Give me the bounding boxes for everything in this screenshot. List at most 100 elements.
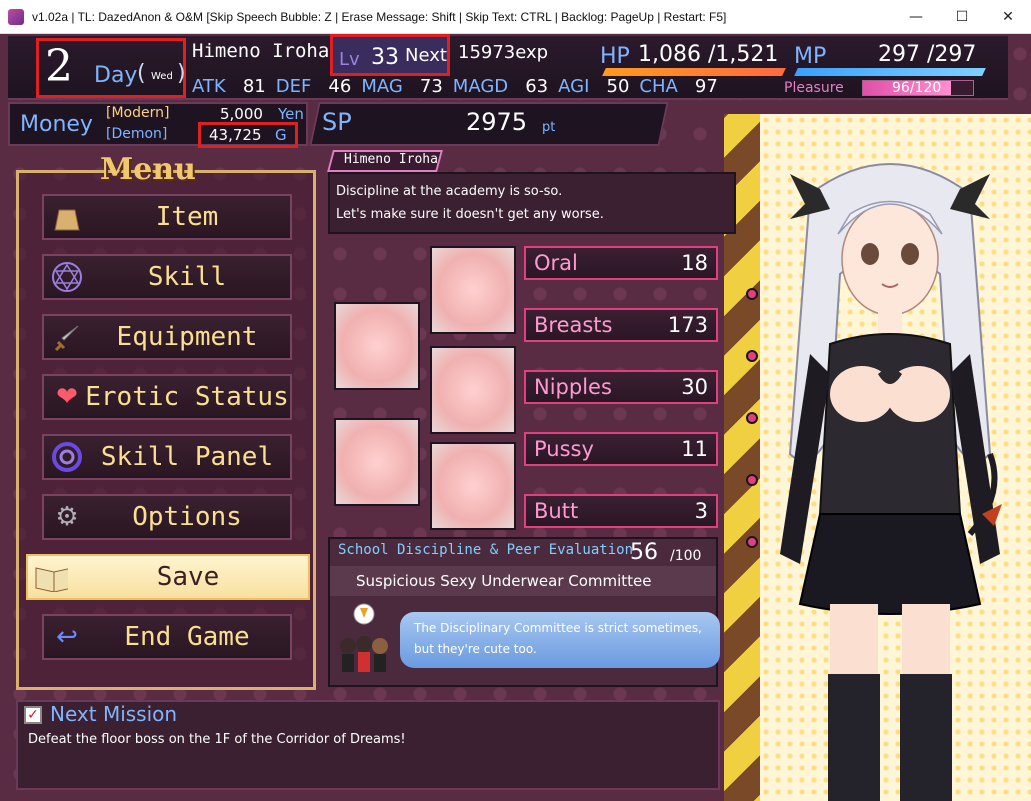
menu-title: Menu <box>100 152 196 187</box>
mission-checkbox: ✓ <box>24 706 42 724</box>
speaker-name: Himeno Iroha <box>344 152 438 167</box>
stat-label: Oral <box>534 251 578 275</box>
stat-value: 97 <box>694 76 718 97</box>
nipples-image <box>430 346 516 434</box>
weekday: Wed <box>151 71 173 82</box>
stat-butt: Butt 3 <box>524 494 718 528</box>
menu-item-save[interactable]: Save <box>26 554 310 600</box>
stat-value: 50 <box>606 76 630 97</box>
comment-line: The Disciplinary Committee is strict som… <box>414 621 702 635</box>
menu-item-skill-panel[interactable]: Skill Panel <box>42 434 292 480</box>
stat-label: Breasts <box>534 313 613 337</box>
menu-item-skill[interactable]: Skill <box>42 254 292 300</box>
gold-value: 43,725 <box>209 126 262 144</box>
stat-value: 63 <box>525 76 549 97</box>
mission-title: Next Mission <box>50 702 178 726</box>
next-label: Next <box>405 45 447 66</box>
pleasure-value: 96/120 <box>892 80 942 96</box>
return-arrow-icon: ↩ <box>56 622 78 652</box>
stat-value: 173 <box>667 313 708 337</box>
day-paren-open: ( <box>137 61 146 86</box>
day-number: 2 <box>45 41 73 92</box>
connector-dot <box>746 288 758 300</box>
swirl-icon <box>50 440 84 474</box>
book-icon <box>34 560 68 594</box>
next-exp: 15973exp <box>458 42 549 63</box>
stat-label: AGI <box>558 76 590 97</box>
stat-label: ATK <box>192 76 226 97</box>
gold-unit: G <box>275 126 287 144</box>
menu-item-erotic-status[interactable]: ❤ Erotic Status <box>42 374 292 420</box>
demon-currency-label: [Demon] <box>106 126 168 142</box>
stat-label: Nipples <box>534 375 612 399</box>
connector-dot <box>746 474 758 486</box>
money-panel: Money [Modern] [Demon] 5,000 Yen 43,725 … <box>8 102 308 148</box>
connector-dot <box>746 350 758 362</box>
connector-dot <box>746 412 758 424</box>
menu-item-label: Save <box>156 562 220 592</box>
stat-row: ATK 81 DEF 46 MAG 73 MAGD 63 AGI 50 CHA 97 <box>192 76 728 97</box>
menu-item-item[interactable]: Item <box>42 194 292 240</box>
menu-item-label: Item <box>155 202 219 232</box>
dialogue-text: Discipline at the academy is so-so. Let'… <box>336 180 604 226</box>
day-indicator: 2 Day ( Wed ) <box>36 38 186 98</box>
committee-characters <box>340 603 388 672</box>
menu-item-label: End Game <box>124 622 250 652</box>
hp-label: HP <box>600 44 630 69</box>
hp-bar <box>602 68 786 76</box>
window-title: v1.02a | TL: DazedAnon & O&M [Skip Speec… <box>32 9 727 24</box>
sp-unit: pt <box>542 120 556 135</box>
menu-item-label: Options <box>132 502 242 532</box>
committee-name: Suspicious Sexy Underwear Committee <box>356 572 652 590</box>
minimize-button[interactable]: — <box>893 0 939 34</box>
menu-item-label: Skill <box>147 262 227 292</box>
mp-label: MP <box>794 44 827 69</box>
stat-label: DEF <box>275 76 312 97</box>
yen-unit: Yen <box>278 105 304 123</box>
menu-item-options[interactable]: ⚙ Options <box>42 494 292 540</box>
day-paren-close: ) <box>177 61 186 86</box>
stat-value: 73 <box>419 76 443 97</box>
maximize-button[interactable]: ☐ <box>939 0 985 34</box>
game-screen: 2 Day ( Wed ) Himeno Iroha Lv 33 Next 15… <box>0 34 1031 801</box>
discipline-score: 56 <box>630 540 658 565</box>
bag-icon <box>50 200 84 234</box>
stat-oral: Oral 18 <box>524 246 718 280</box>
gear-icon: ⚙ <box>55 502 79 532</box>
stat-label: Pussy <box>534 437 594 461</box>
stat-value: 30 <box>681 375 708 399</box>
sword-icon <box>50 320 84 354</box>
day-label: Day <box>94 63 138 88</box>
comment-line: but they're cute too. <box>414 642 537 656</box>
window-controls: — ☐ ✕ <box>893 0 1031 34</box>
stat-value: 18 <box>681 251 708 275</box>
discipline-max: /100 <box>670 548 702 564</box>
menu-item-label: Equipment <box>116 322 258 352</box>
discipline-title: School Discipline & Peer Evaluation <box>338 542 634 558</box>
window-titlebar: v1.02a | TL: DazedAnon & O&M [Skip Speec… <box>0 0 1031 34</box>
comment-text: The Disciplinary Committee is strict som… <box>414 618 702 660</box>
stat-label: MAG <box>361 76 403 97</box>
pussy-image <box>334 418 420 506</box>
stat-label: Butt <box>534 499 579 523</box>
character-name: Himeno Iroha <box>192 40 330 62</box>
mission-description: Defeat the floor boss on the 1F of the C… <box>28 732 406 747</box>
menu-item-label: Skill Panel <box>100 442 274 472</box>
level-value: 33 <box>371 45 399 70</box>
menu-item-equipment[interactable]: Equipment <box>42 314 292 360</box>
character-portrait <box>780 163 1002 801</box>
menu-item-end-game[interactable]: ↩ End Game <box>42 614 292 660</box>
hexagram-icon <box>50 260 84 294</box>
menu-item-label: Erotic Status <box>85 382 289 412</box>
stat-value: 3 <box>694 499 708 523</box>
close-button[interactable]: ✕ <box>985 0 1031 34</box>
app-icon <box>8 8 24 25</box>
stat-pussy: Pussy 11 <box>524 432 718 466</box>
pleasure-label: Pleasure <box>784 80 844 96</box>
stat-value: 46 <box>328 76 352 97</box>
sp-value: 2975 <box>466 108 528 136</box>
connector-dot <box>746 536 758 548</box>
mp-bar <box>794 68 986 76</box>
yen-value: 5,000 <box>220 105 263 123</box>
stat-value: 11 <box>681 437 708 461</box>
